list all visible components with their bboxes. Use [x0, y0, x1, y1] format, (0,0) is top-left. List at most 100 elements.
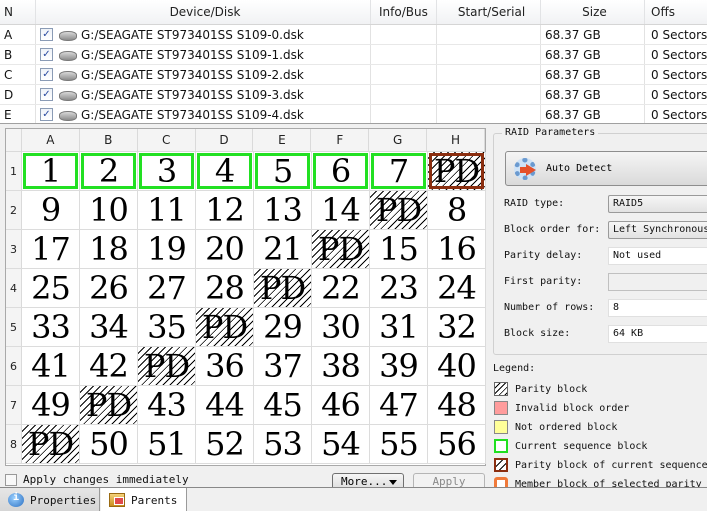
- data-block-cell[interactable]: 35: [138, 308, 196, 346]
- grid-row-header[interactable]: 8: [6, 425, 22, 463]
- grid-row-header[interactable]: 6: [6, 347, 22, 385]
- data-block-cell[interactable]: 34: [80, 308, 138, 346]
- data-block-cell[interactable]: 11: [138, 191, 196, 229]
- parity-block-cell[interactable]: PD: [370, 191, 428, 229]
- grid-column-header[interactable]: D: [196, 129, 254, 151]
- parity-block-cell[interactable]: PD: [80, 386, 138, 424]
- grid-column-header[interactable]: F: [311, 129, 370, 151]
- data-block-cell[interactable]: 55: [370, 425, 428, 463]
- data-block-cell[interactable]: 45: [254, 386, 312, 424]
- column-header-info[interactable]: Info/Bus: [371, 0, 437, 24]
- data-block-cell[interactable]: 41: [22, 347, 80, 385]
- parity-block-cell[interactable]: PD: [254, 269, 312, 307]
- data-block-cell[interactable]: 15: [370, 230, 428, 268]
- number-of-rows-input[interactable]: 8: [608, 299, 707, 317]
- data-block-cell[interactable]: 20: [196, 230, 254, 268]
- data-block-cell[interactable]: 16: [428, 230, 486, 268]
- data-block-cell[interactable]: 36: [196, 347, 254, 385]
- data-block-cell[interactable]: 37: [254, 347, 312, 385]
- data-block-cell[interactable]: 30: [312, 308, 370, 346]
- data-block-cell[interactable]: 23: [370, 269, 428, 307]
- column-header-device[interactable]: Device/Disk: [36, 0, 371, 24]
- data-block-cell[interactable]: 33: [22, 308, 80, 346]
- data-block-cell[interactable]: 28: [196, 269, 254, 307]
- parity-delay-input[interactable]: Not used: [608, 247, 707, 265]
- disk-include-checkbox[interactable]: ✓: [40, 88, 53, 101]
- data-block-cell[interactable]: 39: [370, 347, 428, 385]
- parity-block-cell[interactable]: PD: [196, 308, 254, 346]
- column-header-offset[interactable]: Offs: [645, 0, 707, 24]
- data-block-cell[interactable]: 40: [428, 347, 486, 385]
- grid-row-header[interactable]: 2: [6, 191, 22, 229]
- parity-block-cell[interactable]: PD: [22, 425, 80, 463]
- first-parity-input[interactable]: [608, 273, 707, 291]
- disk-row[interactable]: D ✓ G:/SEAGATE ST973401SS S109-3.dsk 68.37 …: [0, 85, 707, 105]
- data-block-cell[interactable]: 1: [22, 152, 80, 190]
- disk-include-checkbox[interactable]: ✓: [40, 108, 53, 121]
- column-header-start[interactable]: Start/Serial: [437, 0, 541, 24]
- grid-column-header[interactable]: G: [369, 129, 428, 151]
- parity-block-cell[interactable]: PD: [138, 347, 196, 385]
- grid-column-header[interactable]: E: [253, 129, 312, 151]
- data-block-cell[interactable]: 19: [138, 230, 196, 268]
- block-size-input[interactable]: 64 KB: [608, 325, 707, 343]
- data-block-cell[interactable]: 49: [22, 386, 80, 424]
- data-block-cell[interactable]: 4: [196, 152, 254, 190]
- disk-row[interactable]: E ✓ G:/SEAGATE ST973401SS S109-4.dsk 68.37 …: [0, 105, 707, 123]
- grid-column-header[interactable]: H: [427, 129, 485, 151]
- data-block-cell[interactable]: 50: [80, 425, 138, 463]
- data-block-cell[interactable]: 56: [428, 425, 486, 463]
- apply-immediately-checkbox[interactable]: [5, 474, 17, 486]
- grid-row-header[interactable]: 1: [6, 152, 22, 190]
- parity-block-cell[interactable]: PD: [312, 230, 370, 268]
- data-block-cell[interactable]: 5: [254, 152, 312, 190]
- data-block-cell[interactable]: 42: [80, 347, 138, 385]
- data-block-cell[interactable]: 3: [138, 152, 196, 190]
- data-block-cell[interactable]: 21: [254, 230, 312, 268]
- column-header-n[interactable]: N: [0, 0, 36, 24]
- data-block-cell[interactable]: 7: [370, 152, 428, 190]
- data-block-cell[interactable]: 24: [428, 269, 486, 307]
- data-block-cell[interactable]: 25: [22, 269, 80, 307]
- data-block-cell[interactable]: 22: [312, 269, 370, 307]
- data-block-cell[interactable]: 43: [138, 386, 196, 424]
- data-block-cell[interactable]: 27: [138, 269, 196, 307]
- grid-row-header[interactable]: 4: [6, 269, 22, 307]
- data-block-cell[interactable]: 26: [80, 269, 138, 307]
- data-block-cell[interactable]: 54: [312, 425, 370, 463]
- disk-include-checkbox[interactable]: ✓: [40, 68, 53, 81]
- data-block-cell[interactable]: 10: [80, 191, 138, 229]
- disk-include-checkbox[interactable]: ✓: [40, 28, 53, 41]
- disk-include-checkbox[interactable]: ✓: [40, 48, 53, 61]
- data-block-cell[interactable]: 12: [196, 191, 254, 229]
- data-block-cell[interactable]: 2: [80, 152, 138, 190]
- grid-column-header[interactable]: B: [80, 129, 138, 151]
- data-block-cell[interactable]: 44: [196, 386, 254, 424]
- data-block-cell[interactable]: 9: [22, 191, 80, 229]
- disk-row[interactable]: A ✓ G:/SEAGATE ST973401SS S109-0.dsk 68.37 …: [0, 25, 707, 45]
- parity-block-cell[interactable]: PD: [428, 152, 486, 190]
- grid-row-header[interactable]: 7: [6, 386, 22, 424]
- grid-row-header[interactable]: 3: [6, 230, 22, 268]
- data-block-cell[interactable]: 29: [254, 308, 312, 346]
- data-block-cell[interactable]: 13: [254, 191, 312, 229]
- disk-row[interactable]: C ✓ G:/SEAGATE ST973401SS S109-2.dsk 68.37 …: [0, 65, 707, 85]
- grid-column-header[interactable]: C: [138, 129, 196, 151]
- block-order-select[interactable]: Left Synchronous: [608, 221, 707, 239]
- auto-detect-button[interactable]: Auto Detect: [505, 151, 707, 186]
- data-block-cell[interactable]: 6: [312, 152, 370, 190]
- data-block-cell[interactable]: 51: [138, 425, 196, 463]
- data-block-cell[interactable]: 31: [370, 308, 428, 346]
- raid-type-select[interactable]: RAID5: [608, 195, 707, 213]
- data-block-cell[interactable]: 47: [370, 386, 428, 424]
- grid-column-header[interactable]: A: [22, 129, 80, 151]
- column-header-size[interactable]: Size: [541, 0, 645, 24]
- data-block-cell[interactable]: 18: [80, 230, 138, 268]
- tab-parents[interactable]: Parents: [101, 488, 187, 511]
- data-block-cell[interactable]: 8: [428, 191, 486, 229]
- data-block-cell[interactable]: 32: [428, 308, 486, 346]
- data-block-cell[interactable]: 38: [312, 347, 370, 385]
- disk-row[interactable]: B ✓ G:/SEAGATE ST973401SS S109-1.dsk 68.37 …: [0, 45, 707, 65]
- data-block-cell[interactable]: 53: [254, 425, 312, 463]
- data-block-cell[interactable]: 48: [428, 386, 486, 424]
